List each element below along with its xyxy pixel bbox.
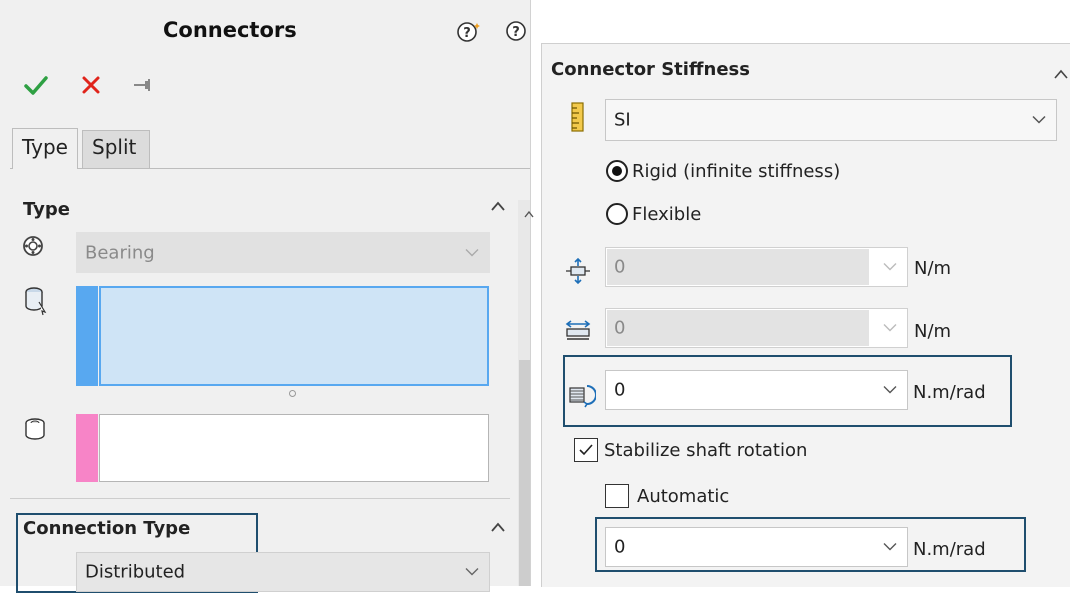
- resize-handle-icon[interactable]: [289, 390, 296, 397]
- stabilize-value-unit: N.m/rad: [913, 539, 986, 560]
- flexible-radio-option[interactable]: Flexible: [606, 203, 701, 225]
- connectors-property-manager: Connectors ? ? Type Split Type Bearing C…: [0, 0, 534, 593]
- chevron-down-icon: [883, 324, 897, 333]
- connector-stiffness-panel: Connector Stiffness SI Rigid (infinite s…: [541, 43, 1070, 587]
- stiffness-section-title: Connector Stiffness: [551, 59, 750, 80]
- axial-stiffness-icon: [564, 257, 592, 289]
- chevron-down-icon: [465, 568, 479, 577]
- stabilize-value-field[interactable]: 0: [605, 527, 908, 567]
- connection-type-value: Distributed: [85, 561, 186, 583]
- bearing-icon: [22, 235, 44, 261]
- lateral-stiffness-value: 0: [614, 317, 626, 339]
- type-section-title: Type: [23, 199, 70, 220]
- tab-type[interactable]: Type: [12, 128, 78, 169]
- rotational-stiffness-icon: [568, 380, 597, 412]
- rigid-label: Rigid (infinite stiffness): [632, 160, 841, 182]
- stabilize-shaft-option[interactable]: Stabilize shaft rotation: [574, 438, 807, 462]
- shaft-selection-box[interactable]: [99, 286, 489, 386]
- connection-type-section-title: Connection Type: [23, 518, 191, 539]
- flexible-label: Flexible: [632, 203, 702, 225]
- lateral-stiffness-input-bg: [607, 310, 869, 346]
- shaft-selection-color-swatch: [76, 286, 98, 386]
- automatic-checkbox[interactable]: [605, 484, 629, 508]
- chevron-down-icon: [1032, 115, 1046, 125]
- scrollbar-thumb[interactable]: [519, 360, 530, 586]
- panel-title: Connectors: [163, 18, 297, 42]
- chevron-down-icon: [883, 386, 897, 395]
- rigid-radio-option[interactable]: Rigid (infinite stiffness): [606, 160, 840, 182]
- lateral-stiffness-unit: N/m: [914, 321, 952, 342]
- lateral-stiffness-icon: [564, 317, 592, 347]
- rotational-stiffness-unit: N.m/rad: [913, 382, 986, 403]
- housing-face-icon: [23, 416, 49, 448]
- tab-type-label: Type: [22, 135, 68, 159]
- axial-stiffness-unit: N/m: [914, 258, 952, 279]
- type-collapse-chevron-icon[interactable]: [490, 197, 506, 216]
- tab-split-label: Split: [92, 135, 137, 159]
- connector-type-value: Bearing: [85, 242, 155, 263]
- connection-type-select[interactable]: Distributed: [76, 552, 490, 592]
- cancel-x-icon[interactable]: [81, 75, 101, 99]
- stabilize-value: 0: [614, 536, 626, 558]
- connection-type-collapse-chevron-icon[interactable]: [490, 518, 506, 537]
- units-ruler-icon: [571, 102, 585, 136]
- units-select[interactable]: SI: [605, 99, 1057, 141]
- chevron-down-icon: [883, 543, 897, 552]
- axial-stiffness-input-bg: [607, 249, 869, 285]
- stiffness-collapse-chevron-icon[interactable]: [1054, 64, 1068, 83]
- svg-text:?: ?: [463, 26, 471, 41]
- housing-selection-box[interactable]: [99, 414, 489, 482]
- rotational-stiffness-value: 0: [614, 379, 626, 401]
- automatic-option[interactable]: Automatic: [605, 484, 729, 508]
- flexible-radio[interactable]: [606, 203, 628, 225]
- axial-stiffness-value: 0: [614, 256, 626, 278]
- tab-divider: [10, 168, 530, 169]
- tab-split[interactable]: Split: [82, 130, 150, 168]
- rigid-radio[interactable]: [606, 160, 628, 182]
- rotational-stiffness-field[interactable]: 0: [605, 370, 908, 410]
- stabilize-label: Stabilize shaft rotation: [604, 439, 808, 461]
- lateral-stiffness-field[interactable]: 0: [605, 308, 908, 348]
- connector-type-select[interactable]: Bearing: [76, 232, 490, 273]
- section-separator: [10, 498, 510, 499]
- scroll-up-arrow-icon[interactable]: [524, 203, 534, 222]
- stabilize-checkbox[interactable]: [574, 438, 598, 462]
- checkmark-icon: [579, 444, 593, 456]
- chevron-down-icon: [883, 263, 897, 272]
- shaft-face-icon: [23, 286, 49, 320]
- units-value: SI: [614, 109, 631, 131]
- automatic-label: Automatic: [637, 485, 730, 507]
- housing-selection-color-swatch: [76, 414, 98, 482]
- whats-new-help-icon[interactable]: ?: [456, 20, 482, 48]
- ok-checkmark-icon[interactable]: [23, 73, 49, 101]
- pin-icon[interactable]: [133, 77, 155, 97]
- axial-stiffness-field[interactable]: 0: [605, 247, 908, 287]
- help-icon[interactable]: ?: [505, 20, 527, 46]
- chevron-down-icon: [465, 248, 479, 257]
- svg-text:?: ?: [512, 25, 520, 40]
